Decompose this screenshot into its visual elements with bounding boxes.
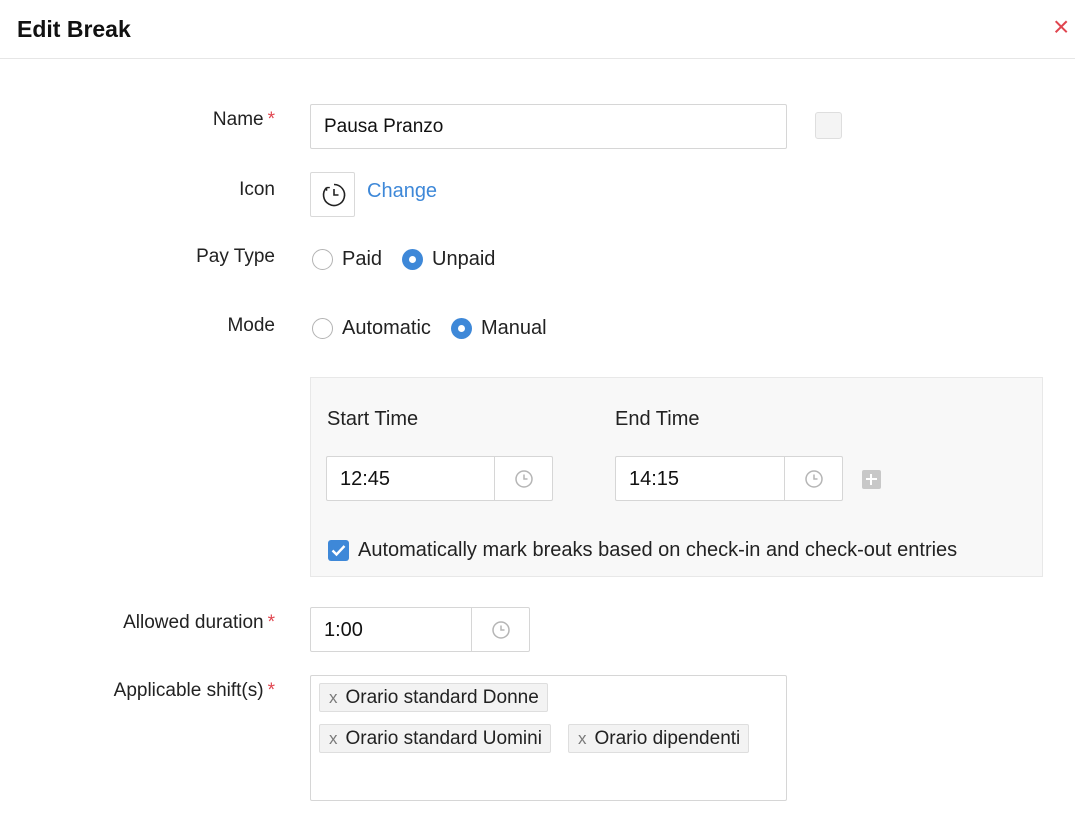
mode-radio-group: Automatic Manual <box>312 317 567 340</box>
remove-tag-icon[interactable]: x <box>329 688 338 707</box>
shift-tag-label: Orario dipendenti <box>594 728 741 749</box>
applicable-shifts-label: Applicable shift(s) * <box>0 680 275 702</box>
shift-tag: x Orario standard Donne <box>319 683 548 712</box>
required-mark: * <box>267 612 275 633</box>
name-label: Name * <box>0 109 275 131</box>
color-picker-swatch[interactable] <box>815 112 842 139</box>
pay-type-paid-radio[interactable] <box>312 249 333 270</box>
pay-type-paid-label[interactable]: Paid <box>342 248 382 271</box>
mode-label: Mode <box>227 315 275 336</box>
pay-type-radio-group: Paid Unpaid <box>312 248 515 271</box>
end-time-label: End Time <box>615 408 700 430</box>
applicable-shifts-label-text: Applicable shift(s) <box>113 680 264 701</box>
end-time-value: 14:15 <box>629 468 680 490</box>
dialog-header: Edit Break × <box>0 0 1075 59</box>
start-time-value: 12:45 <box>340 468 391 490</box>
mode-automatic-radio[interactable] <box>312 318 333 339</box>
shift-tag-label: Orario standard Uomini <box>345 728 542 749</box>
pay-type-unpaid-label[interactable]: Unpaid <box>432 248 495 271</box>
clock-icon <box>322 183 346 207</box>
pay-type-label: Pay Type <box>196 246 275 267</box>
change-icon-link[interactable]: Change <box>367 180 437 203</box>
allowed-duration-label: Allowed duration * <box>0 612 275 634</box>
mode-manual-radio[interactable] <box>450 318 472 339</box>
mode-manual-label[interactable]: Manual <box>481 317 547 340</box>
icon-label: Icon <box>239 179 275 200</box>
mode-automatic-label[interactable]: Automatic <box>342 317 431 340</box>
add-time-range-plus-icon[interactable] <box>862 470 881 489</box>
pay-type-unpaid-radio[interactable] <box>402 249 424 270</box>
close-icon[interactable]: × <box>1053 13 1075 41</box>
checkmark-icon <box>331 545 346 557</box>
start-time-label: Start Time <box>327 408 419 430</box>
auto-mark-label[interactable]: Automatically mark breaks based on check… <box>358 539 957 562</box>
shift-tag: x Orario standard Uomini <box>319 724 551 753</box>
allowed-duration-input[interactable]: 1:00 <box>310 607 530 652</box>
allowed-duration-value: 1:00 <box>324 619 363 641</box>
remove-tag-icon[interactable]: x <box>329 729 338 748</box>
auto-mark-checkbox[interactable] <box>328 540 349 561</box>
clock-icon[interactable] <box>494 457 552 500</box>
clock-icon[interactable] <box>784 457 842 500</box>
end-time-input[interactable]: 14:15 <box>615 456 843 501</box>
remove-tag-icon[interactable]: x <box>578 729 587 748</box>
required-mark: * <box>267 109 275 130</box>
start-time-input[interactable]: 12:45 <box>326 456 553 501</box>
name-input-value: Pausa Pranzo <box>324 116 444 137</box>
name-label-text: Name <box>212 109 264 130</box>
shift-tag-label: Orario standard Donne <box>345 687 539 708</box>
dialog-title: Edit Break <box>17 16 131 42</box>
required-mark: * <box>267 680 275 701</box>
allowed-duration-label-text: Allowed duration <box>123 612 264 633</box>
name-input[interactable]: Pausa Pranzo <box>310 104 787 149</box>
shift-tag: x Orario dipendenti <box>568 724 750 753</box>
break-icon-preview <box>310 172 355 217</box>
clock-icon[interactable] <box>471 608 529 651</box>
